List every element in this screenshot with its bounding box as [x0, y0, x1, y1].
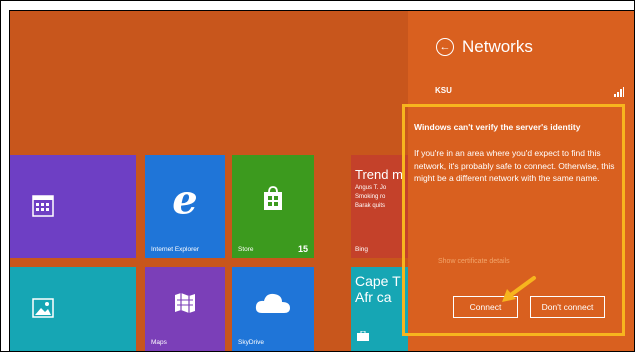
skydrive-label: SkyDrive	[238, 339, 265, 346]
maps-tile[interactable]: Maps	[145, 267, 225, 351]
warning-body: If you're in an area where you'd expect …	[414, 148, 615, 183]
store-bag-icon	[262, 186, 284, 214]
news-line-3: Barak quits	[355, 203, 386, 209]
cloud-icon	[254, 291, 292, 317]
news-label: Bing	[355, 246, 369, 253]
maps-icon	[173, 291, 197, 317]
maps-label: Maps	[151, 339, 167, 346]
networks-header: ← Networks	[436, 37, 533, 57]
wifi-signal-icon	[614, 84, 624, 102]
news-headline: Trend m	[355, 167, 403, 182]
network-name[interactable]: KSU	[435, 86, 452, 95]
back-arrow-icon[interactable]: ←	[436, 38, 454, 56]
travel-tile[interactable]: Cape T Afr ca	[351, 267, 408, 351]
photos-tile[interactable]	[10, 267, 136, 351]
news-line-2: Smoking ro	[355, 194, 386, 200]
pointer-arrow-icon	[498, 275, 538, 310]
suitcase-icon	[357, 330, 369, 343]
top-border-strip	[1, 1, 634, 11]
internet-explorer-label: Internet Explorer	[151, 246, 200, 253]
networks-title: Networks	[462, 37, 533, 56]
travel-headline-1: Cape T	[355, 273, 401, 289]
warning-heading: Windows can't verify the server's identi…	[414, 122, 581, 132]
skydrive-tile[interactable]: SkyDrive	[232, 267, 314, 351]
show-certificate-details-link[interactable]: Show certificate details	[438, 258, 510, 265]
store-tile[interactable]: Store 15	[232, 155, 314, 258]
internet-explorer-tile[interactable]: e Internet Explorer	[145, 155, 225, 258]
start-screen: e Internet Explorer Store 15 Trend m Ang…	[10, 11, 408, 351]
news-line-1: Angus T. Jo	[355, 185, 387, 191]
travel-headline-2: Afr ca	[355, 289, 392, 305]
store-update-count: 15	[297, 244, 308, 254]
photos-icon	[32, 298, 54, 320]
certificate-warning: Windows can't verify the server's identi…	[414, 121, 619, 265]
store-label: Store	[238, 246, 254, 253]
left-border-strip	[1, 10, 10, 351]
internet-explorer-icon: e	[172, 176, 198, 224]
dont-connect-button[interactable]: Don't connect	[530, 296, 605, 318]
calendar-tile[interactable]	[10, 155, 136, 258]
calendar-icon	[32, 194, 54, 219]
news-tile[interactable]: Trend m Angus T. Jo Smoking ro Barak qui…	[351, 155, 408, 258]
